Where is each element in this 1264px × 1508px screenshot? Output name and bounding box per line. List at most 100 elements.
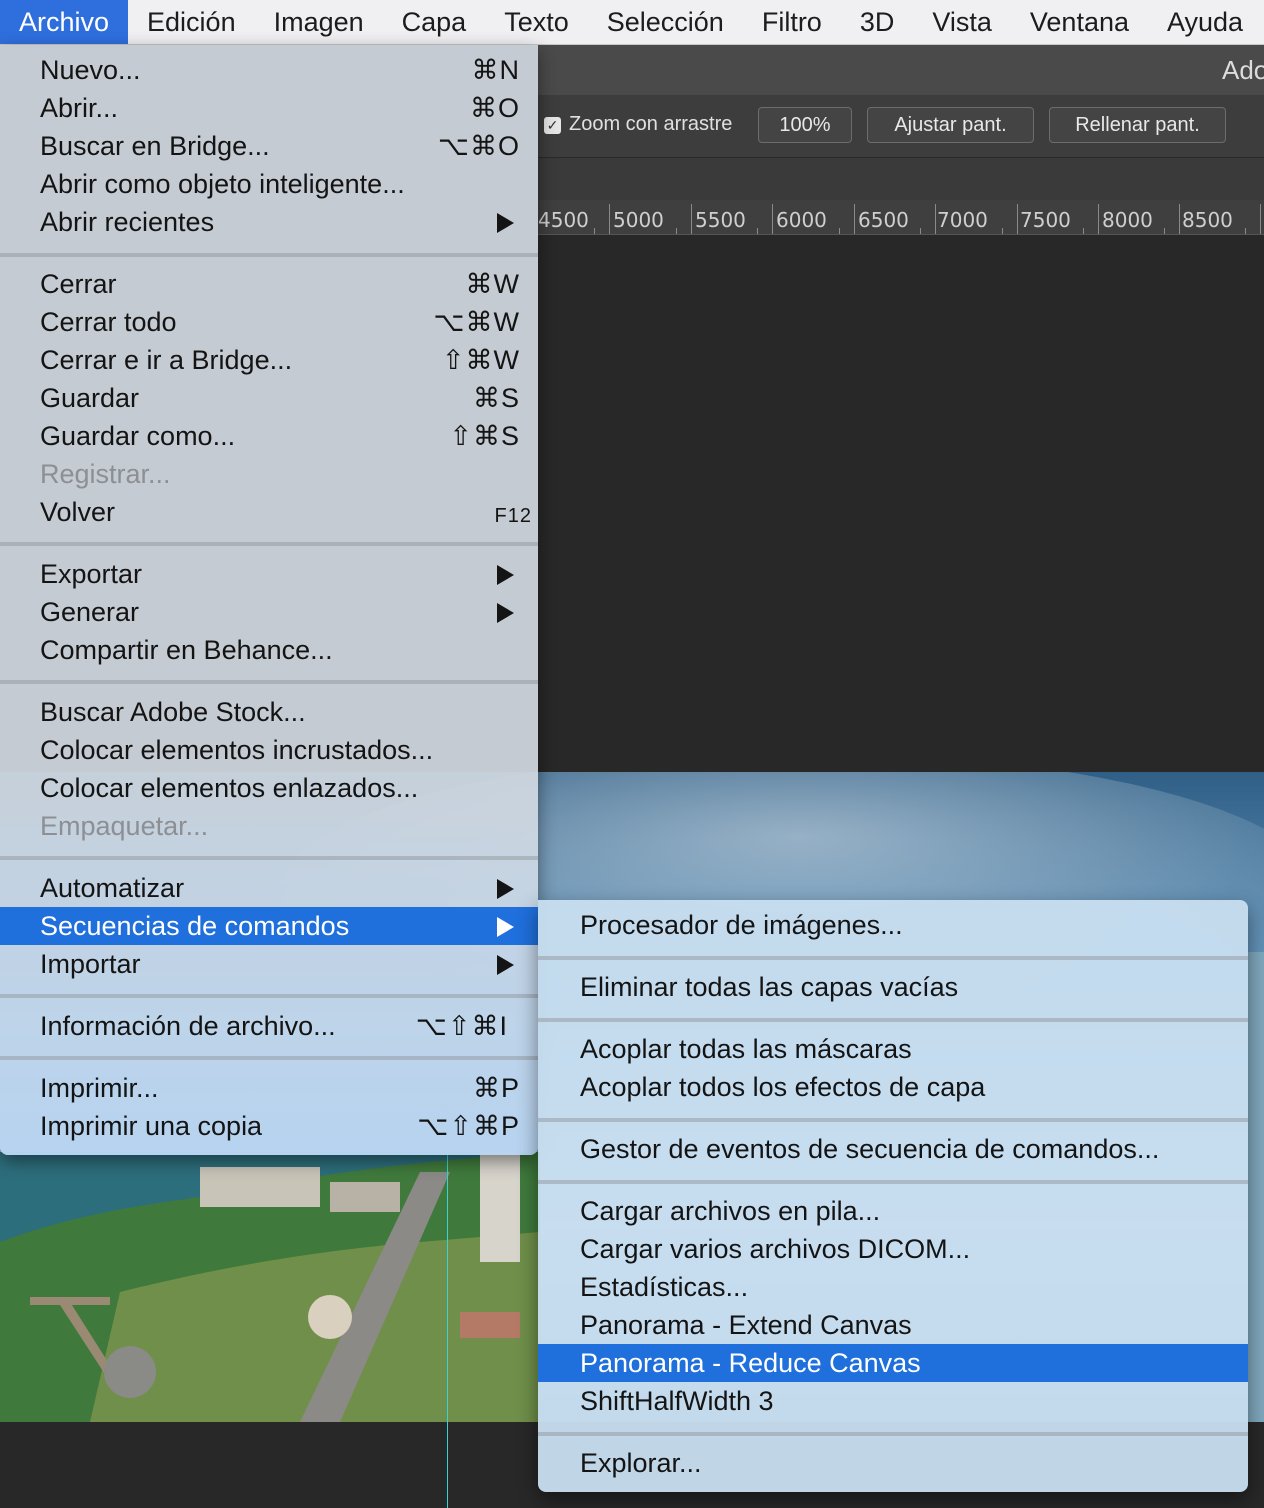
ruler-label: 5000: [613, 208, 664, 232]
ruler-label: 7000: [937, 208, 988, 232]
submenu-item-panorama-reduce[interactable]: Panorama - Reduce Canvas: [538, 1344, 1248, 1382]
menu-item-colocar-enlazados[interactable]: Colocar elementos enlazados...: [0, 769, 538, 807]
canvas-area: [538, 235, 1264, 772]
ruler-label: 4500: [538, 208, 589, 232]
guide-line[interactable]: [447, 1100, 448, 1508]
menu-item-compartir-behance[interactable]: Compartir en Behance...: [0, 631, 538, 669]
ruler-tick: [1017, 204, 1018, 234]
ruler-tick: [691, 204, 692, 234]
ruler-tick: [609, 204, 610, 234]
menu-archivo[interactable]: Archivo: [0, 0, 129, 44]
menu-item-guardar-como[interactable]: Guardar como... ⇧⌘S: [0, 417, 538, 455]
menu-ventana[interactable]: Ventana: [1011, 0, 1148, 44]
submenu-item-panorama-extend[interactable]: Panorama - Extend Canvas: [538, 1306, 1248, 1344]
menu-edicion[interactable]: Edición: [128, 0, 255, 44]
menu-vista[interactable]: Vista: [913, 0, 1011, 44]
menu-separator: [0, 253, 538, 257]
menu-seleccion[interactable]: Selección: [588, 0, 743, 44]
horizontal-ruler[interactable]: 4500 5000 5500 6000 6500 7000 7500 8000 …: [538, 200, 1264, 235]
ruler-tick: [920, 228, 921, 234]
submenu-item-eliminar-capas-vacias[interactable]: Eliminar todas las capas vacías: [538, 968, 1248, 1006]
ruler-tick: [854, 204, 855, 234]
document-tab-bar: [538, 158, 1264, 200]
submenu-item-gestor-eventos[interactable]: Gestor de eventos de secuencia de comand…: [538, 1130, 1248, 1168]
menu-separator: [538, 1118, 1248, 1122]
submenu-arrow-icon: [497, 955, 514, 975]
menu-item-secuencias-comandos[interactable]: Secuencias de comandos: [0, 907, 538, 945]
submenu-arrow-icon: [497, 879, 514, 899]
menu-separator: [538, 1018, 1248, 1022]
menubar: Archivo Edición Imagen Capa Texto Selecc…: [0, 0, 1264, 45]
shortcut: ⌥⇧⌘I: [415, 1011, 508, 1041]
file-menu: Nuevo... ⌘N Abrir... ⌘O Buscar en Bridge…: [0, 45, 538, 1155]
ruler-label: 6000: [776, 208, 827, 232]
zoom-100-button[interactable]: 100%: [758, 107, 852, 143]
menu-item-cerrar-ir-bridge[interactable]: Cerrar e ir a Bridge... ⇧⌘W: [0, 341, 538, 379]
menu-item-buscar-adobe-stock[interactable]: Buscar Adobe Stock...: [0, 693, 538, 731]
shortcut: ⇧⌘S: [449, 421, 520, 451]
shortcut: ⌘N: [471, 55, 520, 85]
menu-item-colocar-incrustados[interactable]: Colocar elementos incrustados...: [0, 731, 538, 769]
menu-imagen[interactable]: Imagen: [255, 0, 383, 44]
menu-item-importar[interactable]: Importar: [0, 945, 538, 983]
ruler-label: 6500: [858, 208, 909, 232]
ruler-label: 8500: [1182, 208, 1233, 232]
fit-screen-button[interactable]: Ajustar pant.: [867, 107, 1034, 143]
submenu-arrow-icon: [497, 917, 514, 937]
menu-item-abrir-objeto-inteligente[interactable]: Abrir como objeto inteligente...: [0, 165, 538, 203]
ruler-tick: [1179, 204, 1180, 234]
scripts-submenu: Procesador de imágenes... Eliminar todas…: [538, 900, 1248, 1492]
menu-separator: [0, 680, 538, 684]
ruler-label: 7500: [1020, 208, 1071, 232]
submenu-item-cargar-dicom[interactable]: Cargar varios archivos DICOM...: [538, 1230, 1248, 1268]
shortcut: ⌘S: [472, 383, 520, 413]
menu-separator: [0, 994, 538, 998]
menu-item-nuevo[interactable]: Nuevo... ⌘N: [0, 51, 538, 89]
submenu-item-acoplar-mascaras[interactable]: Acoplar todas las máscaras: [538, 1030, 1248, 1068]
menu-separator: [538, 956, 1248, 960]
menu-item-cerrar[interactable]: Cerrar ⌘W: [0, 265, 538, 303]
menu-item-volver[interactable]: Volver F12: [0, 493, 538, 531]
zoom-drag-label: Zoom con arrastre: [569, 113, 733, 135]
ruler-tick: [757, 228, 758, 234]
menu-capa[interactable]: Capa: [383, 0, 486, 44]
submenu-arrow-icon: [497, 603, 514, 623]
menu-item-imprimir-copia[interactable]: Imprimir una copia ⌥⇧⌘P: [0, 1107, 538, 1145]
menu-3d[interactable]: 3D: [841, 0, 914, 44]
menu-texto[interactable]: Texto: [485, 0, 588, 44]
menu-item-abrir-recientes[interactable]: Abrir recientes: [0, 203, 538, 241]
menu-item-informacion-archivo[interactable]: Información de archivo... ⌥⇧⌘I: [0, 1007, 538, 1045]
submenu-item-cargar-pila[interactable]: Cargar archivos en pila...: [538, 1192, 1248, 1230]
ruler-tick: [594, 228, 595, 234]
shortcut: ⌥⌘O: [437, 131, 520, 161]
ruler-tick: [772, 204, 773, 234]
zoom-drag-checkbox[interactable]: ✓: [544, 117, 561, 134]
submenu-arrow-icon: [497, 565, 514, 585]
menu-separator: [0, 856, 538, 860]
submenu-item-procesador-imagenes[interactable]: Procesador de imágenes...: [538, 906, 1248, 944]
menu-item-cerrar-todo[interactable]: Cerrar todo ⌥⌘W: [0, 303, 538, 341]
submenu-item-estadisticas[interactable]: Estadísticas...: [538, 1268, 1248, 1306]
menu-separator: [0, 542, 538, 546]
menu-item-generar[interactable]: Generar: [0, 593, 538, 631]
ruler-tick: [1098, 204, 1099, 234]
ruler-tick: [935, 204, 936, 234]
menu-item-exportar[interactable]: Exportar: [0, 555, 538, 593]
submenu-item-explorar[interactable]: Explorar...: [538, 1444, 1248, 1482]
menu-item-buscar-bridge[interactable]: Buscar en Bridge... ⌥⌘O: [0, 127, 538, 165]
ruler-tick: [1164, 228, 1165, 234]
ruler-label: 8000: [1102, 208, 1153, 232]
fill-screen-button[interactable]: Rellenar pant.: [1049, 107, 1226, 143]
menu-filtro[interactable]: Filtro: [743, 0, 841, 44]
menu-item-abrir[interactable]: Abrir... ⌘O: [0, 89, 538, 127]
menu-item-registrar: Registrar...: [40, 459, 171, 489]
shortcut: F12: [494, 505, 532, 527]
submenu-item-acoplar-efectos[interactable]: Acoplar todos los efectos de capa: [538, 1068, 1248, 1106]
ruler-tick: [1260, 204, 1261, 234]
menu-item-imprimir[interactable]: Imprimir... ⌘P: [0, 1069, 538, 1107]
menu-item-automatizar[interactable]: Automatizar: [0, 869, 538, 907]
menu-ayuda[interactable]: Ayuda: [1148, 0, 1262, 44]
submenu-item-shifthalfwidth[interactable]: ShiftHalfWidth 3: [538, 1382, 1248, 1420]
menu-item-guardar[interactable]: Guardar ⌘S: [0, 379, 538, 417]
shortcut: ⌥⌘W: [433, 307, 520, 337]
